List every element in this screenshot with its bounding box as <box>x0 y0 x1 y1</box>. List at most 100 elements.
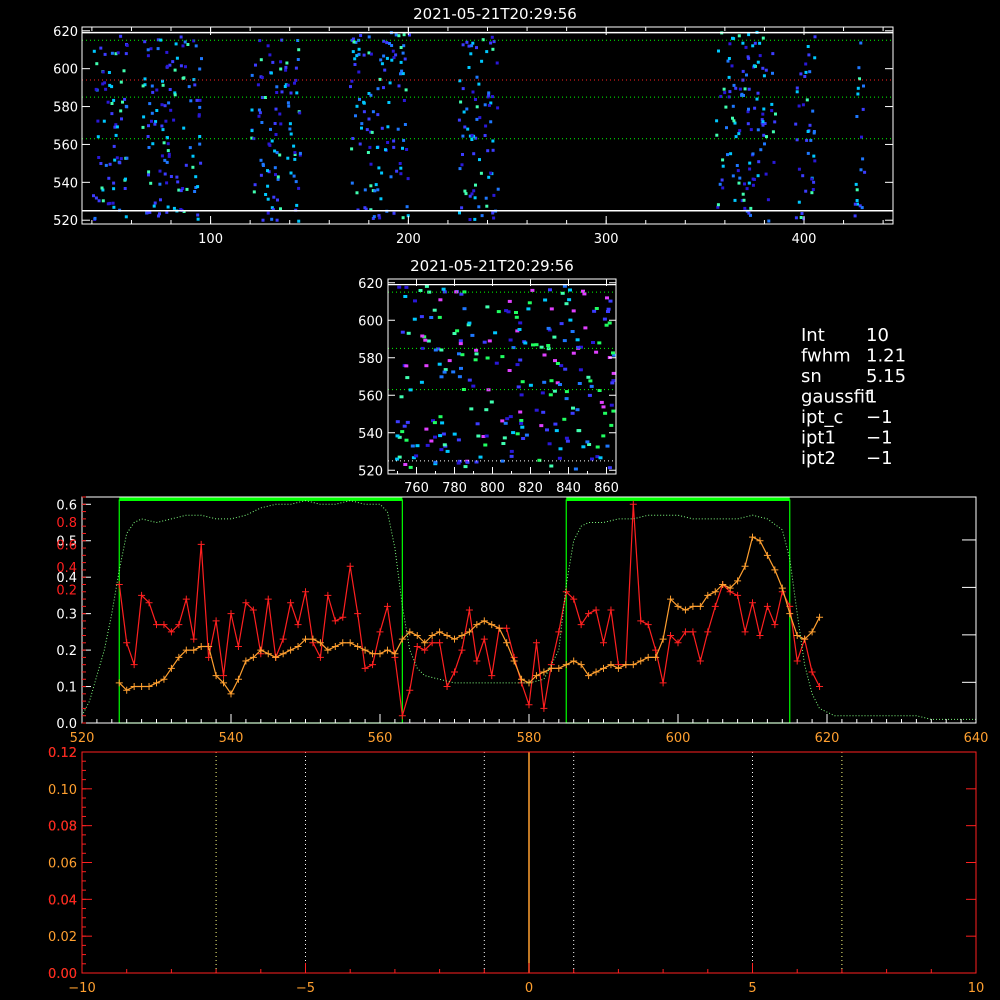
data-pixel <box>568 288 572 292</box>
data-pixel <box>856 86 860 90</box>
data-pixel <box>370 130 374 134</box>
data-pixel <box>558 447 563 451</box>
info-value-Int: 10 <box>866 325 889 346</box>
data-pixel <box>855 188 859 192</box>
data-pixel <box>196 217 200 221</box>
data-pixel <box>451 370 456 374</box>
series-point-0 <box>734 591 742 599</box>
figure-canvas: 2021-05-21T20:29:56 100 200 300 40052054056… <box>48 5 988 996</box>
data-pixel <box>295 91 299 95</box>
data-pixel <box>582 292 587 296</box>
data-pixel <box>757 160 761 164</box>
data-pixel <box>95 62 99 66</box>
series-point-1 <box>309 635 317 643</box>
series-point-1 <box>577 661 585 669</box>
data-pixel <box>273 149 277 153</box>
data-pixel <box>741 41 745 45</box>
data-pixel <box>401 51 405 55</box>
data-pixel <box>577 382 582 385</box>
data-pixel <box>106 100 110 104</box>
data-pixel <box>565 439 570 443</box>
info-value-gaussfit: 1 <box>866 387 877 408</box>
data-pixel <box>397 34 401 38</box>
series-point-1 <box>495 624 503 632</box>
data-pixel <box>485 204 489 208</box>
data-pixel <box>805 138 809 142</box>
data-pixel <box>726 59 730 63</box>
zoom-spectrum-image-panel: 2021-05-21T20:29:56 760 780 800 820 840 860 52… <box>358 257 619 496</box>
data-pixel <box>292 174 296 178</box>
data-pixel <box>392 145 396 149</box>
data-pixel <box>759 148 763 152</box>
data-pixel <box>395 457 400 461</box>
data-pixel <box>123 97 127 101</box>
data-pixel <box>107 176 111 180</box>
data-pixel <box>382 86 385 90</box>
info-value-fwhm: 1.21 <box>866 346 906 367</box>
x-tick-label: 600 <box>666 731 691 746</box>
data-pixel <box>609 403 614 407</box>
data-pixel <box>598 456 603 460</box>
data-pixel <box>259 58 263 62</box>
data-pixel <box>461 153 464 156</box>
data-pixel <box>539 424 544 428</box>
data-pixel <box>405 205 409 209</box>
data-pixel <box>564 390 569 394</box>
data-pixel <box>110 112 114 116</box>
zoom-panel-title: 2021-05-21T20:29:56 <box>410 257 574 275</box>
series-point-1 <box>160 675 168 683</box>
data-pixel <box>745 73 748 77</box>
data-pixel <box>278 153 282 157</box>
data-pixel <box>442 443 447 447</box>
data-pixel <box>104 163 108 167</box>
data-pixel <box>403 123 407 126</box>
data-pixel <box>477 82 481 86</box>
series-point-1 <box>138 683 146 691</box>
data-pixel <box>266 169 269 173</box>
data-pixel <box>389 175 393 179</box>
series-point-1 <box>629 661 637 669</box>
data-pixel <box>385 41 389 45</box>
series-point-0 <box>369 661 377 669</box>
data-pixel <box>351 137 355 140</box>
data-pixel <box>380 171 384 175</box>
data-pixel <box>403 57 407 61</box>
y-tick-label: 620 <box>358 277 383 292</box>
data-pixel <box>734 135 738 139</box>
data-pixel <box>161 128 165 132</box>
data-pixel <box>577 429 582 433</box>
data-pixel <box>733 198 737 202</box>
data-pixel <box>458 339 463 343</box>
data-pixel <box>394 33 398 37</box>
data-pixel <box>811 188 815 191</box>
data-pixel <box>399 60 403 64</box>
data-pixel <box>162 141 166 145</box>
data-pixel <box>487 339 492 343</box>
data-pixel <box>377 166 381 170</box>
data-pixel <box>603 411 608 415</box>
info-label-sn: sn <box>801 366 822 387</box>
data-pixel <box>399 395 404 399</box>
series-point-0 <box>123 639 131 647</box>
data-pixel <box>489 41 493 45</box>
data-pixel <box>520 380 525 384</box>
data-pixel <box>440 421 445 425</box>
data-pixel <box>545 428 549 432</box>
data-pixel <box>771 52 775 56</box>
series-point-1 <box>190 646 198 654</box>
data-pixel <box>266 184 270 188</box>
data-pixel <box>515 432 520 436</box>
data-pixel <box>123 187 127 190</box>
series-point-0 <box>629 500 637 508</box>
series-point-0 <box>644 621 652 629</box>
data-pixel <box>441 432 446 436</box>
x-tick-label: 860 <box>594 481 619 496</box>
data-pixel <box>483 134 487 137</box>
data-pixel <box>575 408 580 412</box>
data-pixel <box>181 76 185 80</box>
data-pixel <box>474 183 477 187</box>
data-pixel <box>581 445 586 449</box>
data-pixel <box>279 60 283 64</box>
data-pixel <box>719 94 723 98</box>
data-pixel <box>295 203 299 207</box>
